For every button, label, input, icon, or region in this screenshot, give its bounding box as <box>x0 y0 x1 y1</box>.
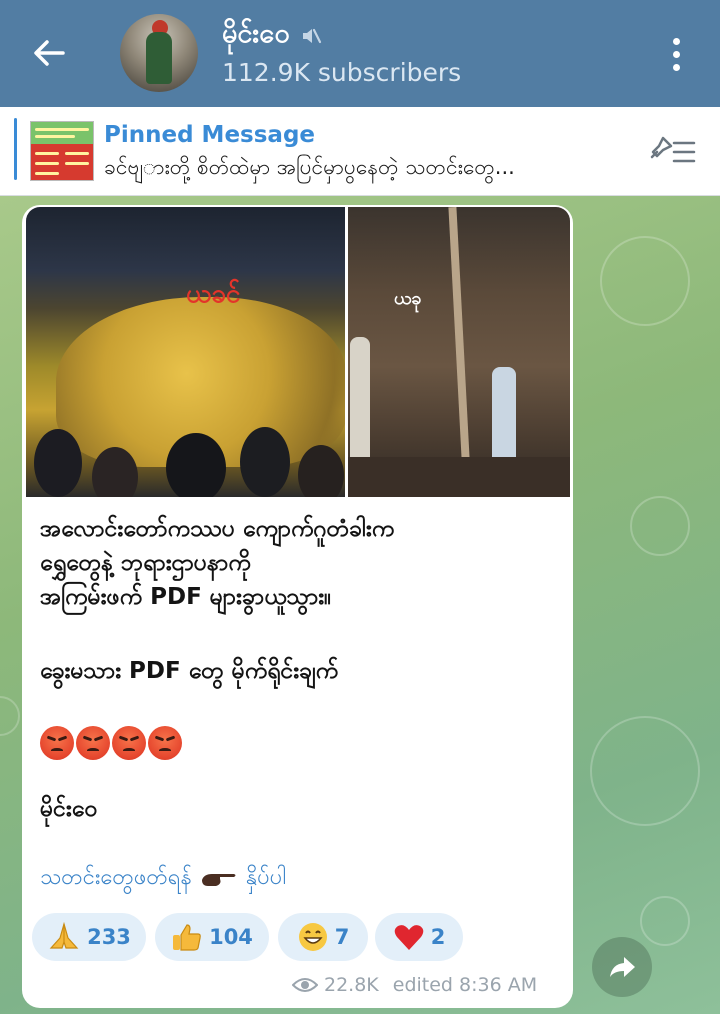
channel-avatar[interactable] <box>120 14 198 92</box>
news-link[interactable]: သတင်းတွေဖတ်ရန် နှိပ်ပါ <box>40 862 286 895</box>
eye-icon <box>292 978 318 992</box>
message-line-3: အကြမ်းဖက် PDF များခွာယူသွား။ <box>40 584 332 610</box>
reaction-folded-hands[interactable]: 233 <box>32 913 146 961</box>
pinned-indicator <box>14 118 17 180</box>
red-heart-icon <box>394 925 423 950</box>
angry-face-icon <box>112 726 146 760</box>
angry-face-icon <box>40 726 74 760</box>
reaction-count: 233 <box>87 925 131 949</box>
reaction-heart[interactable]: 2 <box>375 913 463 961</box>
view-count: 22.8K <box>324 974 379 996</box>
edited-time: edited 8:36 AM <box>392 974 538 996</box>
message-meta: 22.8K edited 8:36 AM <box>292 974 537 996</box>
message-line-4: ခွေးမသား PDF တွေ မိုက်ရိုင်းချက် <box>40 658 339 684</box>
news-link-text[interactable]: သတင်းတွေဖတ်ရန် <box>40 862 192 895</box>
photo-label-before: ယခင် <box>186 279 241 309</box>
more-vertical-icon <box>672 37 680 45</box>
message-line-1: အလောင်းတော်ကဿပ ကျောက်ဂူတံခါးက <box>40 516 395 542</box>
photo-before[interactable] <box>26 207 345 497</box>
channel-name: မိုင်း၀ေ <box>222 18 290 49</box>
reaction-grinning[interactable]: 7 <box>278 913 368 961</box>
folded-hands-icon <box>49 922 79 949</box>
pinned-thumbnail <box>30 121 94 181</box>
reaction-count: 7 <box>334 925 350 949</box>
share-arrow-icon <box>610 957 635 977</box>
pointing-hand-icon <box>201 873 236 886</box>
angry-face-icon <box>76 726 110 760</box>
reaction-thumbs-up[interactable]: 104 <box>155 913 269 961</box>
news-link-action[interactable]: နှိပ်ပါ <box>246 862 286 895</box>
photo-after[interactable] <box>348 207 570 497</box>
share-button[interactable] <box>592 937 652 997</box>
photo-label-after: ယခု <box>394 288 422 309</box>
message-signature: မိုင်း၀ေ <box>40 796 98 822</box>
reaction-count: 104 <box>209 925 253 949</box>
chat-header: မိုင်း၀ေ 112.9K subscribers <box>0 0 720 107</box>
pinned-label: Pinned Message <box>104 122 316 148</box>
speaker-muted-icon <box>302 28 321 44</box>
grinning-face-icon <box>298 923 327 951</box>
back-button[interactable] <box>24 30 74 76</box>
more-options-button[interactable] <box>656 32 696 76</box>
message-line-2: ရွှေတွေနဲ့ ဘုရားဌာပနာကို <box>40 550 251 576</box>
subscriber-count: 112.9K subscribers <box>222 58 462 87</box>
pinned-text: ခင်ဗျ​ားတို့ စိတ်ထဲမှာ အပြင်မှာပွနေတဲ့ သ… <box>104 155 515 179</box>
pin-list-icon <box>650 136 696 163</box>
thumbs-up-icon <box>173 924 201 951</box>
angry-emoji-row <box>40 726 182 760</box>
angry-face-icon <box>148 726 182 760</box>
arrow-left-icon <box>34 40 65 66</box>
reaction-count: 2 <box>430 925 446 949</box>
channel-title[interactable]: မိုင်း၀ေ <box>222 16 322 56</box>
pinned-list-button[interactable] <box>648 132 698 172</box>
